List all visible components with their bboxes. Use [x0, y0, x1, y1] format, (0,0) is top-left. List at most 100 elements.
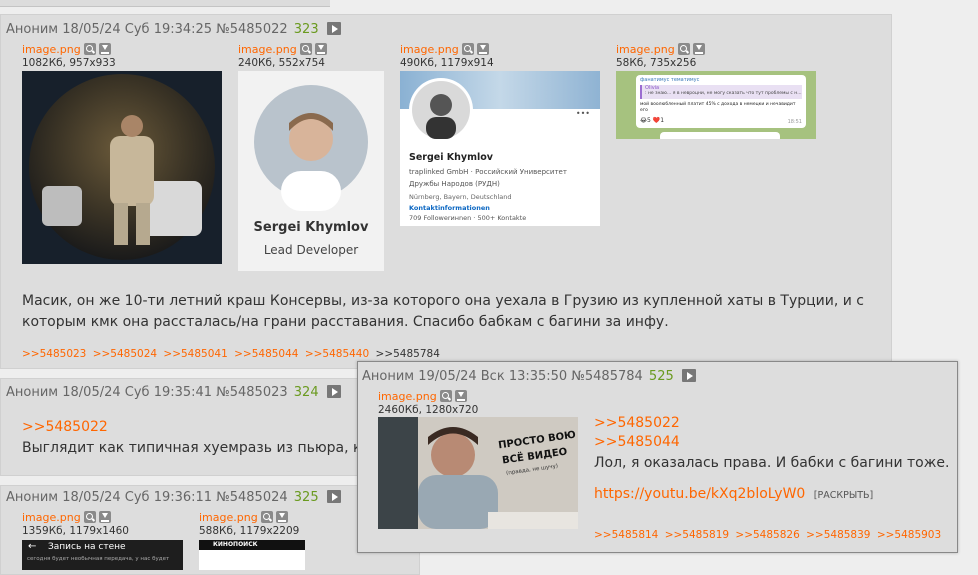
- post-number[interactable]: №5485023: [216, 385, 287, 400]
- post-date: 18/05/24 Суб 19:34:25: [62, 22, 213, 37]
- image-thumbnail-2[interactable]: Sergei Khymlov Lead Developer: [238, 71, 384, 271]
- link-row: https://youtu.be/kXq2bloLyW0 [РАСКРЫТЬ]: [594, 485, 949, 505]
- post-menu-icon[interactable]: [681, 369, 696, 382]
- reply-link[interactable]: >>5485839: [806, 529, 870, 541]
- file-name[interactable]: image.png: [616, 43, 675, 56]
- file-name[interactable]: image.png: [22, 511, 81, 524]
- file-meta: 58Кб, 735x256: [616, 57, 697, 69]
- reply-link[interactable]: >>5485022: [22, 417, 378, 438]
- reply-link[interactable]: >>5485819: [665, 529, 729, 541]
- file-name[interactable]: image.png: [378, 390, 437, 403]
- download-icon[interactable]: [476, 43, 489, 55]
- file-name[interactable]: image.png: [22, 43, 81, 56]
- file-meta: 1359Кб, 1179x1460: [22, 525, 129, 537]
- file-4: image.png 58Кб, 735x256: [616, 42, 705, 69]
- thumb-subtitle: сегодня будет необычная передача, у нас …: [27, 556, 170, 562]
- post-author: Аноним: [362, 369, 415, 384]
- top-divider: [0, 0, 330, 7]
- file-2: image.png 588Кб, 1179x2209: [199, 510, 299, 537]
- chat-line: его: [640, 108, 648, 113]
- reply-link[interactable]: >>5485826: [735, 529, 799, 541]
- reply-link[interactable]: >>5485784: [376, 348, 440, 360]
- expand-link[interactable]: [РАСКРЫТЬ]: [814, 490, 873, 501]
- post-author: Аноним: [6, 385, 59, 400]
- reply-link[interactable]: >>5485023: [22, 348, 86, 360]
- image-thumbnail[interactable]: ПРОСТО ВОЮ ВСЁ ВИДЕО (правда, не шучу): [378, 417, 578, 529]
- message-line: которым кмк она рассталась/на грани расс…: [22, 314, 669, 330]
- reply-link[interactable]: >>5485022: [594, 414, 949, 433]
- post-number[interactable]: №5485784: [571, 369, 642, 384]
- post-number[interactable]: №5485024: [216, 490, 287, 505]
- file-meta: 588Кб, 1179x2209: [199, 525, 300, 537]
- download-icon[interactable]: [314, 43, 327, 55]
- search-icon[interactable]: [83, 511, 96, 523]
- image-thumbnail-1[interactable]: ← Запись на стене сегодня будет необычна…: [22, 540, 183, 570]
- download-icon[interactable]: [98, 511, 111, 523]
- search-icon[interactable]: [461, 43, 474, 55]
- file-meta: 240Кб, 552x754: [238, 57, 325, 69]
- profile-stats: 709 Followerинnen · 500+ Kontakte: [409, 214, 527, 222]
- back-arrow-icon: ←: [28, 541, 37, 552]
- post-author: Аноним: [6, 490, 59, 505]
- avatar-icon: [254, 85, 368, 211]
- reply-link[interactable]: >>5485903: [877, 529, 941, 541]
- reply-link[interactable]: >>5485044: [594, 433, 949, 452]
- download-icon[interactable]: [275, 511, 288, 523]
- download-icon[interactable]: [98, 43, 111, 55]
- post-menu-icon[interactable]: [326, 22, 341, 35]
- file-1: image.png 2460Кб, 1280x720: [378, 389, 478, 416]
- reply-link[interactable]: >>5485041: [163, 348, 227, 360]
- search-icon[interactable]: [677, 43, 690, 55]
- file-meta: 2460Кб, 1280x720: [378, 404, 479, 416]
- image-thumbnail-2[interactable]: КИНОПОИСК: [199, 540, 305, 570]
- post-header: Аноним 19/05/24 Вск 13:35:50 №5485784 52…: [362, 369, 696, 384]
- profile-line3: Nürnberg, Bayern, Deutschland: [409, 193, 512, 201]
- post-message: >>5485022 >>5485044 Лол, я оказалась пра…: [594, 414, 949, 505]
- post-count: 525: [648, 369, 674, 384]
- post-author: Аноним: [6, 22, 59, 37]
- message-line: Масик, он же 10-ти летний краш Консервы,…: [22, 293, 864, 309]
- file-name[interactable]: image.png: [238, 43, 297, 56]
- chat-line: фанатимус тематимус: [640, 77, 700, 83]
- profile-name: Sergei Khymlov: [409, 152, 493, 163]
- search-icon[interactable]: [260, 511, 273, 523]
- file-3: image.png 490Кб, 1179x914: [400, 42, 494, 69]
- post-menu-icon[interactable]: [326, 490, 341, 503]
- reply-link[interactable]: >>5485440: [305, 348, 369, 360]
- reply-link[interactable]: >>5485024: [93, 348, 157, 360]
- reply-link[interactable]: >>5485044: [234, 348, 298, 360]
- file-name[interactable]: image.png: [400, 43, 459, 56]
- post-menu-icon[interactable]: [326, 385, 341, 398]
- reply-link[interactable]: >>5485814: [594, 529, 658, 541]
- reply-preview-popup: Аноним 19/05/24 Вск 13:35:50 №5485784 52…: [357, 361, 958, 553]
- post-count: 324: [293, 385, 319, 400]
- search-icon[interactable]: [83, 43, 96, 55]
- chat-bubble: фанатимус тематимус Olivia : не знаю... …: [636, 75, 806, 128]
- photo-icon: [29, 74, 215, 260]
- avatar-icon: [409, 78, 473, 142]
- reply-links: >>5485023 >>5485024 >>5485041 >>5485044 …: [22, 348, 443, 360]
- post-header: Аноним 18/05/24 Суб 19:36:11 №5485024 32…: [6, 490, 341, 505]
- youtube-link[interactable]: https://youtu.be/kXq2bloLyW0: [594, 486, 805, 502]
- file-meta: 1082Кб, 957x933: [22, 57, 116, 69]
- download-icon[interactable]: [454, 390, 467, 402]
- image-thumbnail-1[interactable]: [22, 71, 222, 264]
- post-number[interactable]: №5485022: [216, 22, 287, 37]
- profile-line1: traplinked GmbH · Российский Университет: [409, 168, 567, 176]
- file-2: image.png 240Кб, 552x754: [238, 42, 327, 69]
- file-name[interactable]: image.png: [199, 511, 258, 524]
- thumb-title: Запись на стене: [48, 542, 126, 552]
- post-date: 18/05/24 Суб 19:35:41: [62, 385, 213, 400]
- image-thumbnail-4[interactable]: фанатимус тематимус Olivia : не знаю... …: [616, 71, 816, 139]
- more-icon[interactable]: •••: [576, 109, 590, 118]
- file-1: image.png 1359Кб, 1179x1460: [22, 510, 129, 537]
- search-icon[interactable]: [439, 390, 452, 402]
- card-name: Sergei Khymlov: [253, 220, 369, 235]
- post-message: >>5485022 Выглядит как типичная хуемразь…: [22, 417, 378, 459]
- download-icon[interactable]: [692, 43, 705, 55]
- post-header: Аноним 18/05/24 Суб 19:34:25 №5485022 32…: [6, 22, 341, 37]
- profile-contact: Kontaktinformationen: [409, 204, 490, 212]
- search-icon[interactable]: [299, 43, 312, 55]
- file-meta: 490Кб, 1179x914: [400, 57, 494, 69]
- image-thumbnail-3[interactable]: ••• Sergei Khymlov traplinked GmbH · Рос…: [400, 71, 600, 226]
